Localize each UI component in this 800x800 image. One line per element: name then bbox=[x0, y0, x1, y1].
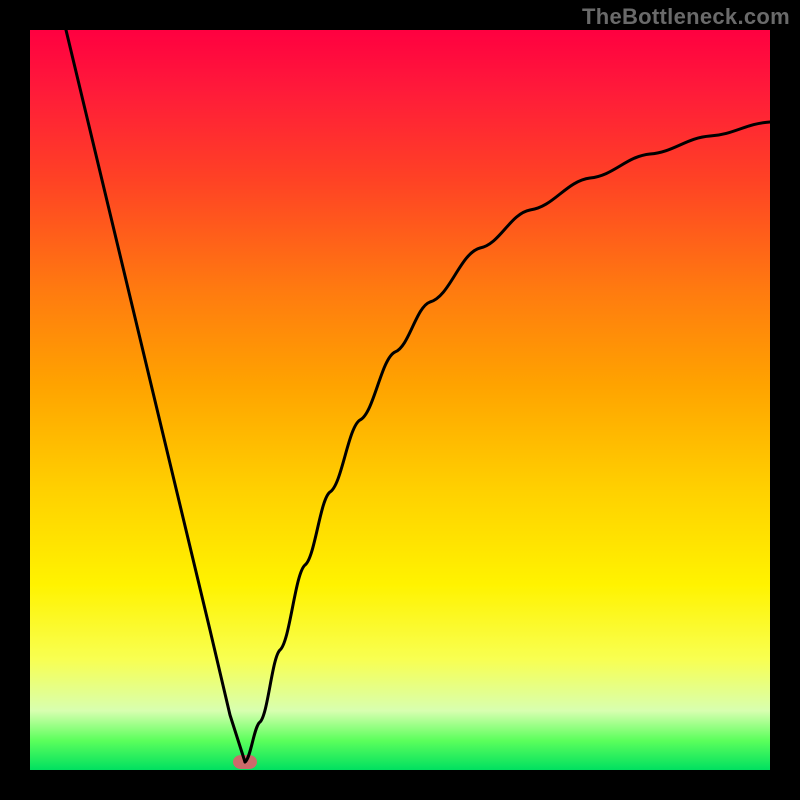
watermark-text: TheBottleneck.com bbox=[582, 4, 790, 30]
curve-right-branch bbox=[245, 122, 770, 762]
chart-frame: TheBottleneck.com bbox=[0, 0, 800, 800]
curve-left-branch bbox=[66, 30, 245, 762]
bottleneck-curve bbox=[30, 30, 770, 770]
plot-area bbox=[30, 30, 770, 770]
